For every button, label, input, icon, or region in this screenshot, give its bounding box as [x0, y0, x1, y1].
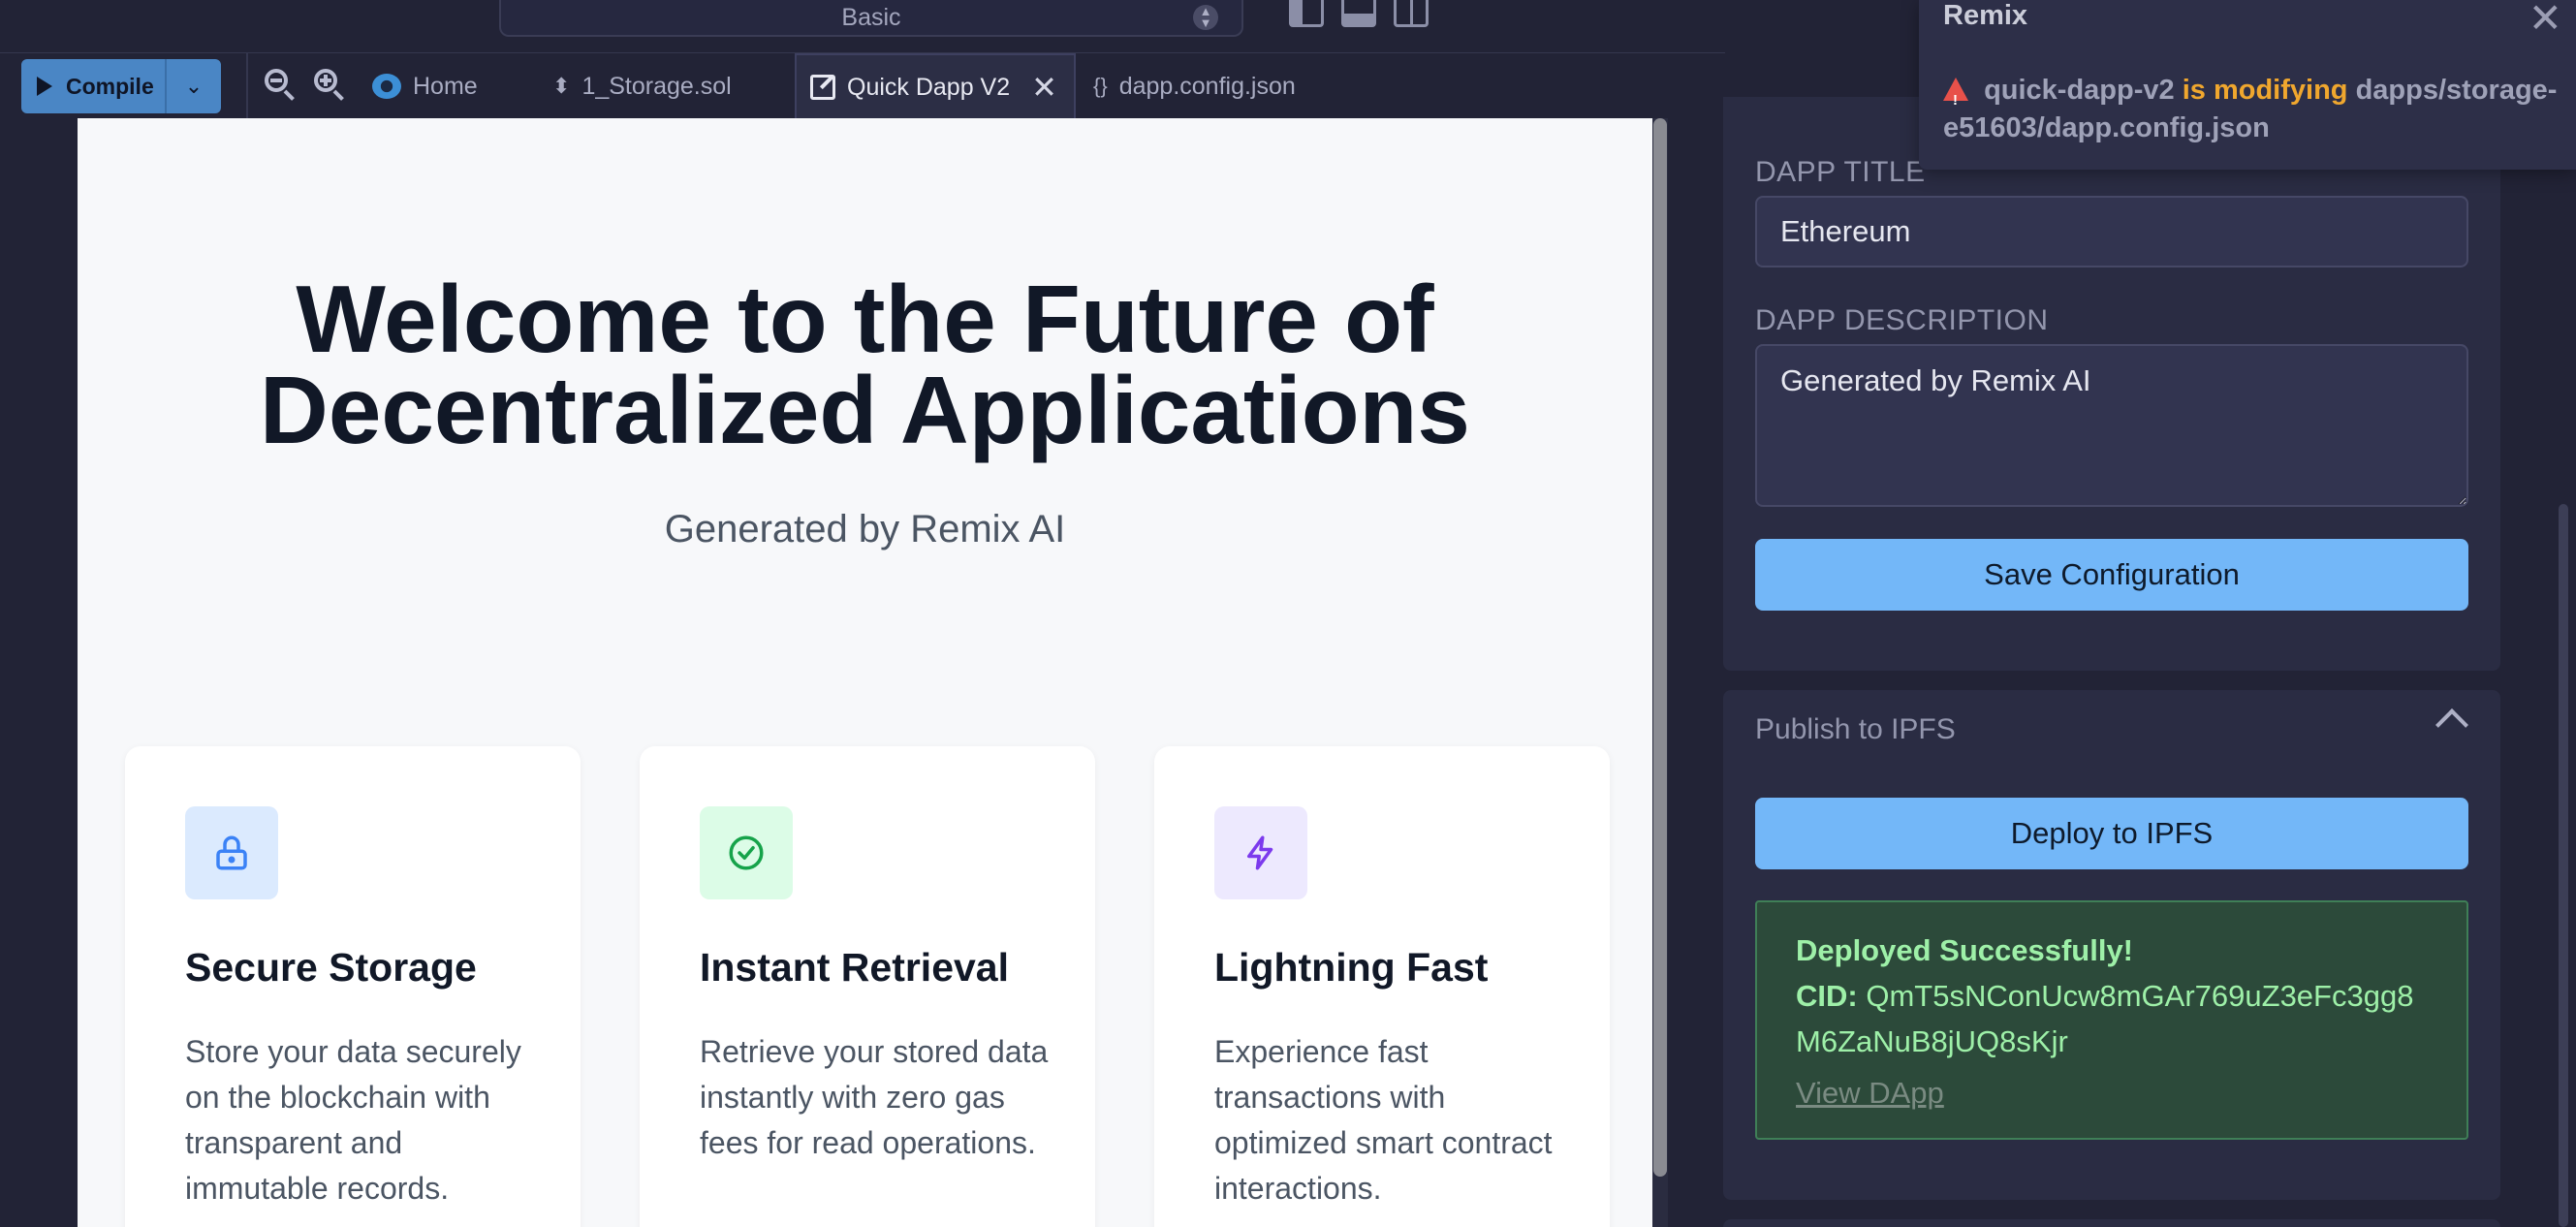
compile-dropdown-button[interactable]: ⌄: [167, 59, 221, 113]
layout-left-panel-icon[interactable]: [1289, 0, 1324, 27]
scrollbar-thumb[interactable]: [1653, 118, 1667, 1177]
view-dapp-link[interactable]: View DApp: [1796, 1070, 2428, 1116]
close-tab-icon[interactable]: ✕: [1031, 69, 1057, 106]
tab-dapp-config-json[interactable]: {} dapp.config.json: [1080, 53, 1309, 119]
check-circle-icon: [700, 806, 793, 899]
mode-select[interactable]: Basic ▲ ▼: [499, 0, 1243, 37]
left-gutter: [0, 118, 78, 1227]
chevron-down-icon: ⌄: [184, 74, 204, 98]
warning-icon: [1943, 78, 1968, 119]
layout-bottom-panel-icon[interactable]: [1341, 0, 1376, 27]
solidity-file-icon: ⬍: [552, 74, 571, 98]
json-file-icon: {}: [1093, 74, 1108, 98]
remix-logo-icon: [372, 74, 401, 99]
tab-label: dapp.config.json: [1118, 72, 1296, 100]
mode-select-value: Basic: [841, 3, 901, 31]
editor-tab-bar: Compile ⌄ Home ⬍ 1_Storage.sol Quick Dap…: [0, 52, 1725, 119]
edit-icon: [810, 75, 835, 100]
save-configuration-button[interactable]: Save Configuration: [1755, 539, 2468, 611]
cid-value: QmT5sNConUcw8mGAr769uZ3eFc3gg8M6ZaNuB8jU…: [1796, 979, 2414, 1058]
tab-label: Home: [413, 72, 478, 100]
zoom-out-icon[interactable]: [263, 67, 296, 101]
sidebar-scrollbar[interactable]: [2559, 504, 2568, 1227]
toast-message: quick-dapp-v2 is modifying dapps/storage…: [1943, 72, 2563, 147]
card-title: Secure Storage: [185, 945, 477, 990]
layout-right-panel-icon[interactable]: [1394, 0, 1429, 27]
layout-toggles: [1289, 0, 1429, 29]
compile-label: Compile: [66, 73, 154, 99]
tab-storage-sol[interactable]: ⬍ 1_Storage.sol: [539, 53, 745, 119]
zoom-in-icon[interactable]: [312, 67, 345, 101]
tab-label: 1_Storage.sol: [581, 72, 732, 100]
toast-title: Remix: [1943, 0, 2028, 31]
card-text: Store your data securely on the blockcha…: [185, 1034, 521, 1206]
lock-icon: [185, 806, 278, 899]
select-arrows-icon: ▲ ▼: [1193, 5, 1218, 30]
dapp-title-label: DAPP TITLE: [1755, 156, 1926, 188]
dapp-description-label: DAPP DESCRIPTION: [1755, 304, 2049, 336]
toast-plugin: quick-dapp-v2: [1984, 75, 2175, 106]
feature-card-secure-storage: Secure Storage Store your data securely …: [125, 746, 581, 1227]
deploy-success-alert: Deployed Successfully! CID: QmT5sNConUcw…: [1755, 900, 2468, 1140]
dapp-description-textarea[interactable]: Generated by Remix AI: [1755, 344, 2468, 507]
toast-action: is modifying: [2182, 75, 2348, 106]
feature-card-instant-retrieval: Instant Retrieval Retrieve your stored d…: [640, 746, 1095, 1227]
card-title: Instant Retrieval: [700, 945, 1009, 990]
next-section: [1723, 1219, 2500, 1227]
feature-card-lightning-fast: Lightning Fast Experience fast transacti…: [1154, 746, 1610, 1227]
notification-toast: Remix ✕ quick-dapp-v2 is modifying dapps…: [1919, 0, 2576, 170]
deploy-ipfs-button[interactable]: Deploy to IPFS: [1755, 798, 2468, 869]
compile-group: Compile ⌄: [21, 59, 221, 113]
tab-quick-dapp-v2[interactable]: Quick Dapp V2 ✕: [795, 53, 1076, 119]
success-message: Deployed Successfully!: [1796, 933, 2134, 967]
compile-button[interactable]: Compile: [21, 59, 167, 113]
card-text: Experience fast transactions with optimi…: [1214, 1034, 1553, 1206]
hero-title: Welcome to the Future of Decentralized A…: [260, 266, 1470, 463]
lightning-icon: [1214, 806, 1307, 899]
dapp-preview: Welcome to the Future of Decentralized A…: [78, 118, 1652, 1227]
divider: [246, 53, 248, 119]
tab-label: Quick Dapp V2: [847, 73, 1011, 101]
cid-label: CID:: [1796, 979, 1858, 1013]
preview-scrollbar[interactable]: [1652, 118, 1668, 1227]
tab-home[interactable]: Home: [359, 53, 491, 119]
hero-subtitle: Generated by Remix AI: [664, 508, 1066, 551]
close-icon[interactable]: ✕: [2529, 0, 2562, 42]
play-icon: [37, 77, 52, 96]
dapp-title-input[interactable]: [1755, 196, 2468, 267]
card-title: Lightning Fast: [1214, 945, 1489, 990]
card-text: Retrieve your stored data instantly with…: [700, 1034, 1049, 1160]
publish-ipfs-title[interactable]: Publish to IPFS: [1755, 713, 1956, 746]
